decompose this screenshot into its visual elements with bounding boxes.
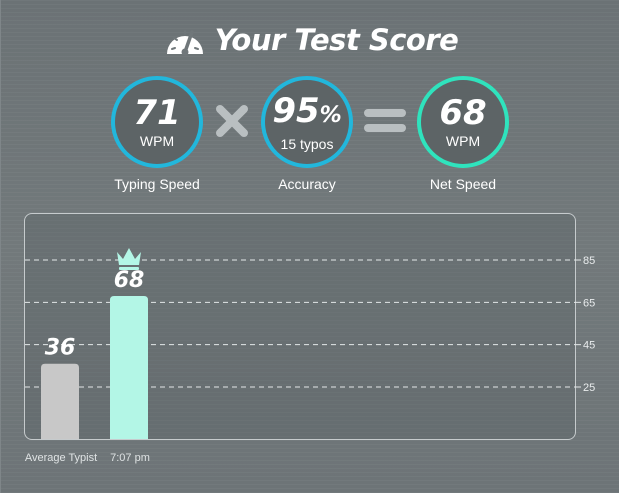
category-label-current: 7:07 pm [110, 452, 150, 464]
score-chart: 25 45 65 85 36 68 [25, 247, 595, 439]
score-panel: Your Test Score 71 WPM Typing Speed 95% … [0, 0, 619, 493]
bar-1 [110, 295, 148, 439]
y-tick-label-45: 45 [583, 340, 595, 352]
y-tick-label-65: 65 [583, 297, 595, 309]
y-tick-label-25: 25 [583, 382, 595, 394]
y-tick-label-85: 85 [583, 255, 595, 267]
bar-value-label-0: 36 [45, 336, 76, 361]
bar-0 [41, 363, 79, 439]
crown-icon [117, 247, 141, 270]
category-label-average: Average Typist [24, 452, 98, 464]
bar-value-label-1: 68 [114, 268, 145, 293]
